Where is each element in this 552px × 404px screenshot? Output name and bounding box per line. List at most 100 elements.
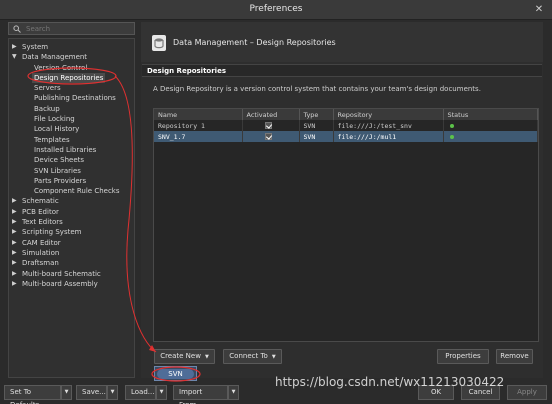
create-new-button[interactable]: Create New ▼ bbox=[154, 349, 215, 364]
section-title: Design Repositories bbox=[147, 67, 226, 75]
tree-item-draftsman[interactable]: ▶ Draftsman bbox=[9, 258, 134, 268]
cell-activated bbox=[242, 120, 300, 131]
left-panel: ▶System▼Data ManagementVersion ControlDe… bbox=[8, 22, 135, 378]
chevron-down-icon[interactable]: ▼ bbox=[228, 385, 239, 400]
database-icon bbox=[151, 34, 167, 54]
expand-right-icon[interactable]: ▶ bbox=[12, 217, 20, 227]
search-input[interactable] bbox=[26, 24, 130, 34]
menu-item-svn[interactable]: SVN bbox=[157, 369, 194, 379]
column-header-activated[interactable]: Activated bbox=[242, 109, 300, 120]
status-ok-icon bbox=[449, 123, 454, 128]
expand-down-icon[interactable]: ▼ bbox=[12, 52, 20, 62]
tree-item-label: File Locking bbox=[34, 115, 75, 124]
tree-item-local-history[interactable]: Local History bbox=[9, 124, 134, 134]
tree-item-label: Servers bbox=[34, 84, 61, 93]
tree-item-label: Multi-board Schematic bbox=[22, 269, 101, 278]
tree-item-design-repositories[interactable]: Design Repositories bbox=[9, 72, 134, 84]
cell-name: SNV_1.7 bbox=[154, 131, 243, 142]
grid-header-row: Name Activated Type Repository Status bbox=[154, 109, 538, 120]
chevron-down-icon[interactable]: ▼ bbox=[156, 385, 167, 400]
close-icon[interactable]: ✕ bbox=[526, 0, 552, 20]
tree-item-label: Text Editors bbox=[22, 218, 63, 227]
tree-item-system[interactable]: ▶ System bbox=[9, 42, 134, 52]
chevron-down-icon[interactable]: ▼ bbox=[107, 385, 118, 400]
tree-item-text-editors[interactable]: ▶ Text Editors bbox=[9, 217, 134, 227]
search-box[interactable] bbox=[8, 22, 135, 35]
title-bar: Preferences ✕ bbox=[0, 0, 552, 20]
tree-item-multi-board-assembly[interactable]: ▶ Multi-board Assembly bbox=[9, 279, 134, 289]
column-header-status[interactable]: Status bbox=[443, 109, 538, 120]
table-row[interactable]: SNV_1.7 SVN file:///J:/mul1 bbox=[154, 131, 538, 142]
tree-item-templates[interactable]: Templates bbox=[9, 135, 134, 145]
tree-item-label: Parts Providers bbox=[34, 176, 87, 185]
expand-right-icon[interactable]: ▶ bbox=[12, 269, 20, 279]
table-row[interactable]: Repository 1 SVN file:///J:/test_snv bbox=[154, 120, 538, 131]
expand-right-icon[interactable]: ▶ bbox=[12, 227, 20, 237]
remove-button[interactable]: Remove bbox=[496, 349, 533, 364]
column-header-name[interactable]: Name bbox=[154, 109, 243, 120]
expand-right-icon[interactable]: ▶ bbox=[12, 196, 20, 206]
section-header: Design Repositories bbox=[142, 64, 542, 77]
tree-item-version-control[interactable]: Version Control bbox=[9, 63, 134, 73]
repositories-grid: Name Activated Type Repository Status Re… bbox=[153, 108, 539, 342]
activated-checkbox[interactable] bbox=[264, 133, 272, 140]
column-header-repository[interactable]: Repository bbox=[333, 109, 444, 120]
tree-item-installed-libraries[interactable]: Installed Libraries bbox=[9, 145, 134, 155]
expand-right-icon[interactable]: ▶ bbox=[12, 248, 20, 258]
tree-item-data-management[interactable]: ▼ Data Management bbox=[9, 52, 134, 62]
tree-item-file-locking[interactable]: File Locking bbox=[9, 114, 134, 124]
connect-to-button[interactable]: Connect To ▼ bbox=[223, 349, 282, 364]
status-ok-icon bbox=[449, 134, 454, 139]
create-new-menu: SVN bbox=[154, 366, 197, 381]
tree-item-multi-board-schematic[interactable]: ▶ Multi-board Schematic bbox=[9, 269, 134, 279]
expand-right-icon[interactable]: ▶ bbox=[12, 238, 20, 248]
tree-item-parts-providers[interactable]: Parts Providers bbox=[9, 176, 134, 186]
tree-item-label: Templates bbox=[34, 135, 70, 144]
tree-item-label: Version Control bbox=[34, 63, 88, 72]
tree-item-pcb-editor[interactable]: ▶ PCB Editor bbox=[9, 207, 134, 217]
save-label: Save... bbox=[82, 388, 106, 396]
expand-right-icon[interactable]: ▶ bbox=[12, 258, 20, 268]
tree-item-label: Scripting System bbox=[22, 228, 82, 237]
cell-status bbox=[443, 120, 538, 131]
import-from-label: Import From... bbox=[179, 388, 203, 404]
tree-item-label: CAM Editor bbox=[22, 238, 61, 247]
tree-item-simulation[interactable]: ▶ Simulation bbox=[9, 248, 134, 258]
chevron-down-icon: ▼ bbox=[271, 354, 276, 360]
load-button[interactable]: Load... ▼ bbox=[125, 385, 167, 400]
window-title: Preferences bbox=[249, 4, 303, 14]
save-button[interactable]: Save... ▼ bbox=[76, 385, 118, 400]
column-header-type[interactable]: Type bbox=[299, 109, 334, 120]
tree-item-publishing-destinations[interactable]: Publishing Destinations bbox=[9, 93, 134, 103]
expand-right-icon[interactable]: ▶ bbox=[12, 42, 20, 52]
preferences-tree: ▶ System ▼ Data Management Version Control De… bbox=[8, 38, 135, 378]
connect-to-label: Connect To bbox=[229, 352, 268, 360]
tree-item-schematic[interactable]: ▶ Schematic bbox=[9, 196, 134, 206]
tree-item-cam-editor[interactable]: ▶ CAM Editor bbox=[9, 238, 134, 248]
page-header: Data Management – Design Repositories bbox=[141, 22, 543, 62]
create-new-label: Create New bbox=[160, 352, 201, 360]
set-to-defaults-label: Set To Defaults bbox=[10, 388, 39, 404]
expand-right-icon[interactable]: ▶ bbox=[12, 279, 20, 289]
tree-item-label: Component Rule Checks bbox=[34, 187, 120, 196]
tree-item-scripting-system[interactable]: ▶ Scripting System bbox=[9, 227, 134, 237]
cell-type: SVN bbox=[299, 120, 334, 131]
tree-item-device-sheets[interactable]: Device Sheets bbox=[9, 155, 134, 165]
tree-item-component-rule-checks[interactable]: Component Rule Checks bbox=[9, 186, 134, 196]
tree-item-svn-libraries[interactable]: SVN Libraries bbox=[9, 166, 134, 176]
set-to-defaults-button[interactable]: Set To Defaults ▼ bbox=[4, 385, 72, 404]
tree-item-servers[interactable]: Servers bbox=[9, 83, 134, 93]
cell-type: SVN bbox=[299, 131, 334, 142]
watermark-text: https://blog.csdn.net/wx11213030422 bbox=[275, 375, 505, 389]
chevron-down-icon[interactable]: ▼ bbox=[61, 385, 72, 400]
tree-item-label: SVN Libraries bbox=[34, 166, 81, 175]
apply-button[interactable]: Apply bbox=[507, 385, 547, 400]
section-description: A Design Repository is a version control… bbox=[153, 85, 481, 93]
activated-checkbox[interactable] bbox=[264, 122, 272, 129]
search-icon bbox=[13, 25, 21, 35]
expand-right-icon[interactable]: ▶ bbox=[12, 207, 20, 217]
properties-button[interactable]: Properties bbox=[437, 349, 489, 364]
tree-item-backup[interactable]: Backup bbox=[9, 104, 134, 114]
tree-item-label: System bbox=[22, 43, 49, 51]
import-from-button[interactable]: Import From... ▼ bbox=[173, 385, 239, 404]
